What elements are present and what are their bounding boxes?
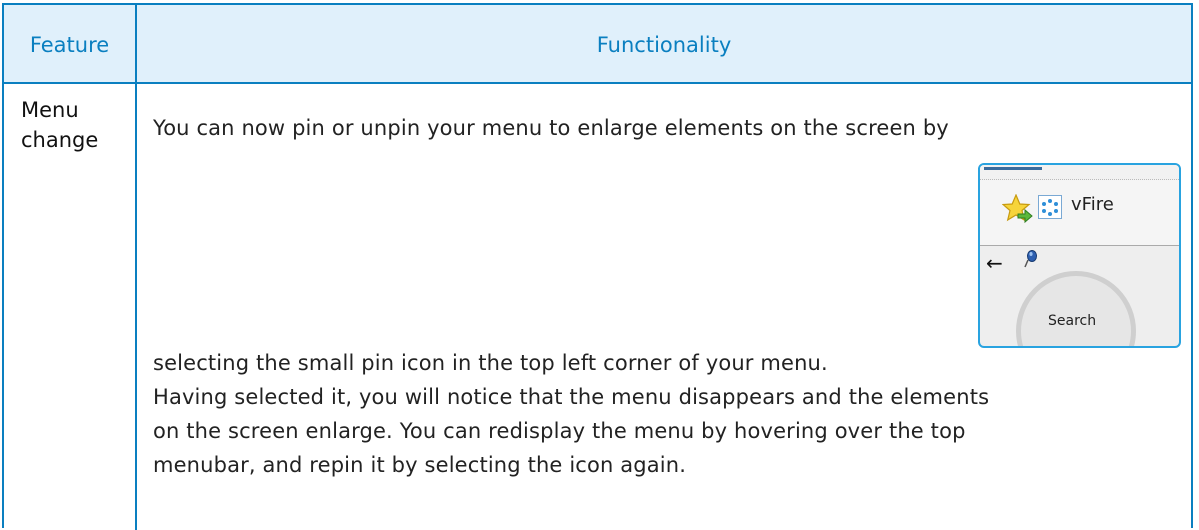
feature-line-2: change bbox=[21, 128, 99, 152]
feature-table: Feature Functionality Menu change You ca… bbox=[2, 3, 1193, 530]
vfire-logo-icon bbox=[1038, 195, 1062, 219]
description-line-1: You can now pin or unpin your menu to en… bbox=[153, 116, 949, 140]
description-line-3: Having selected it, you will notice that… bbox=[153, 385, 990, 409]
header-functionality: Functionality bbox=[596, 33, 732, 57]
menu-screenshot: vFire Search ← bbox=[978, 163, 1181, 348]
favorite-star-icon bbox=[1002, 194, 1033, 224]
table-header: Feature Functionality bbox=[4, 5, 1191, 84]
header-feature: Feature bbox=[29, 33, 110, 57]
search-label: Search bbox=[1048, 313, 1097, 329]
search-circle bbox=[1016, 271, 1136, 346]
feature-cell: Menu change bbox=[21, 95, 98, 155]
description-line-5: menubar, and repin it by selecting the i… bbox=[153, 453, 687, 477]
vfire-label: vFire bbox=[1071, 194, 1114, 215]
feature-line-1: Menu bbox=[21, 98, 79, 122]
description-line-4: on the screen enlarge. You can redisplay… bbox=[153, 419, 966, 443]
description-line-2: selecting the small pin icon in the top … bbox=[153, 351, 828, 375]
back-arrow-icon: ← bbox=[986, 251, 1003, 275]
column-divider bbox=[135, 5, 137, 530]
screenshot-title-strip bbox=[980, 165, 1179, 180]
pin-icon bbox=[1024, 250, 1037, 268]
